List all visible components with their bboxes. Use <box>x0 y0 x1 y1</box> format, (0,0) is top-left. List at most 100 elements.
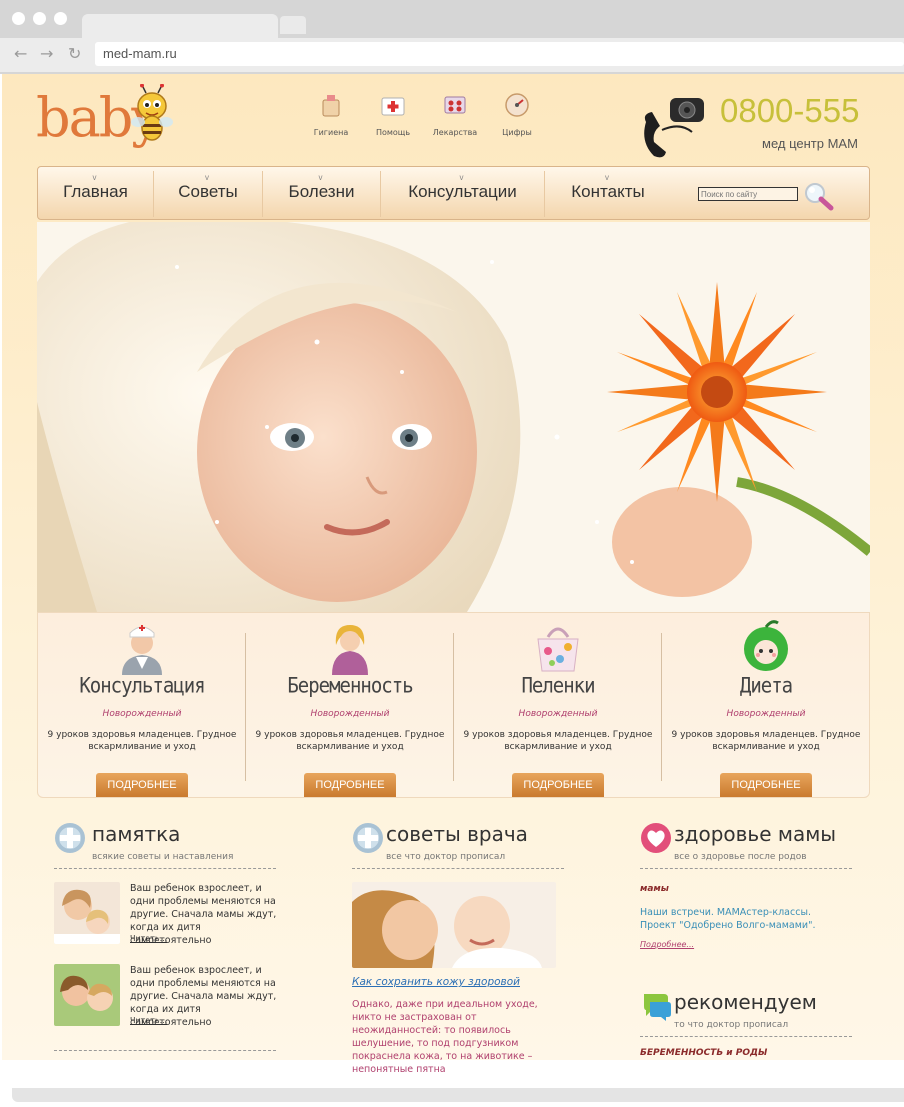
quick-link-label: Лекарства <box>432 128 478 137</box>
quick-link-label: Цифры <box>502 128 532 137</box>
card-title: Беременность <box>287 673 413 699</box>
close-window-button[interactable] <box>12 12 25 25</box>
site-logo[interactable]: baby <box>36 84 186 160</box>
nav-marker: v <box>605 173 609 182</box>
card-category[interactable]: Новорожденный <box>454 709 662 719</box>
nav-marker: v <box>318 173 323 182</box>
address-bar[interactable]: med-mam.ru <box>95 42 904 66</box>
speech-bubbles-icon <box>644 994 671 1021</box>
nav-item-advice[interactable]: v Советы <box>154 167 262 219</box>
browser-frame-bottom <box>12 1088 904 1102</box>
nav-marker: v <box>459 173 464 182</box>
section-divider <box>54 868 276 869</box>
mother-baby-photo <box>352 882 556 968</box>
plus-circle-icon <box>55 823 85 853</box>
section-subtitle: все что доктор прописал <box>386 852 506 862</box>
feature-cards: Консультация Новорожденный 9 уроков здор… <box>37 612 870 798</box>
card-pregnancy: Беременность Новорожденный 9 уроков здор… <box>246 613 454 797</box>
first-aid-icon <box>381 97 405 116</box>
recommend-category[interactable]: БЕРЕМЕННОСТЬ и РОДЫ <box>640 1048 767 1058</box>
memo-item[interactable]: Ваш ребенок взрослеет, и одни проблемы м… <box>54 964 284 1034</box>
section-subtitle: всякие советы и наставления <box>92 852 234 862</box>
browser-chrome: ← → ↻ med-mam.ru <box>0 0 904 74</box>
nav-item-contacts[interactable]: v Контакты <box>545 167 671 219</box>
quick-link-label: Гигиена <box>313 128 349 137</box>
window-controls <box>12 12 67 25</box>
phone-number[interactable]: 0800-555 <box>720 92 859 130</box>
top-quick-links: Гигиена Помощь Лекарства Цифры <box>300 92 548 137</box>
section-title: памятка <box>92 822 181 846</box>
card-title: Пеленки <box>521 673 595 699</box>
card-more-button[interactable]: ПОДРОБНЕЕ <box>512 773 604 797</box>
doctor-header: советы врача все что доктор прописал <box>352 820 574 868</box>
card-category[interactable]: Новорожденный <box>38 709 246 719</box>
section-divider <box>352 868 564 869</box>
quick-link-hygiene[interactable]: Гигиена <box>300 92 362 137</box>
heart-icon <box>641 823 671 853</box>
read-more-link[interactable]: Читать... <box>130 1016 167 1025</box>
reload-icon[interactable]: ↻ <box>68 46 81 62</box>
pregnant-woman-icon <box>332 625 368 675</box>
browser-tab[interactable] <box>82 14 278 40</box>
back-arrow-icon[interactable]: ← <box>14 46 27 62</box>
nav-marker: v <box>92 173 97 182</box>
quick-link-label: Помощь <box>375 128 411 137</box>
section-subtitle: то что доктор прописал <box>674 1020 789 1030</box>
section-divider <box>54 1050 276 1051</box>
search-icon[interactable] <box>802 181 834 211</box>
nav-item-consultations[interactable]: v Консультации <box>381 167 544 219</box>
telephone-icon <box>644 98 704 158</box>
article-excerpt: Однако, даже при идеальном уходе, никто … <box>352 999 538 1075</box>
maximize-window-button[interactable] <box>54 12 67 25</box>
card-text: 9 уроков здоровья младенцев. Грудное вск… <box>671 730 861 752</box>
card-diapers: Пеленки Новорожденный 9 уроков здоровья … <box>454 613 662 797</box>
card-more-button[interactable]: ПОДРОБНЕЕ <box>304 773 396 797</box>
nav-item-home[interactable]: v Главная <box>38 167 153 219</box>
medicine-icon <box>444 96 466 114</box>
section-divider <box>640 1036 852 1037</box>
card-diet: Диета Новорожденный 9 уроков здоровья мл… <box>662 613 870 797</box>
card-more-button[interactable]: ПОДРОБНЕЕ <box>720 773 812 797</box>
memo-thumbnail-image <box>54 964 120 1026</box>
quick-link-medicine[interactable]: Лекарства <box>424 92 486 137</box>
mom-health-section: здоровье мамы все о здоровье после родов… <box>640 820 854 1060</box>
new-tab-button[interactable] <box>280 16 306 34</box>
section-subtitle: все о здоровье после родов <box>674 852 807 862</box>
baby-bag-icon <box>537 627 579 672</box>
card-text: 9 уроков здоровья младенцев. Грудное вск… <box>255 730 445 752</box>
apple-face-icon <box>744 620 788 671</box>
bee-mascot-icon <box>131 84 173 141</box>
memo-header: памятка всякие советы и наставления <box>54 820 278 868</box>
card-text: 9 уроков здоровья младенцев. Грудное вск… <box>463 730 653 752</box>
doctor-advice-section: советы врача все что доктор прописал Как… <box>352 820 574 1075</box>
minimize-window-button[interactable] <box>33 12 46 25</box>
read-more-link[interactable]: Читать... <box>130 934 167 943</box>
memo-item[interactable]: Ваш ребенок взрослеет, и одни проблемы м… <box>54 882 284 952</box>
quick-link-help[interactable]: Помощь <box>362 92 424 137</box>
memo-thumbnail-image <box>54 882 120 944</box>
card-title: Консультация <box>79 673 205 699</box>
gauge-icon <box>505 93 529 117</box>
nav-marker: v <box>205 173 209 182</box>
memo-section: памятка всякие советы и наставления Ваш … <box>54 820 278 1060</box>
mom-category[interactable]: мамы <box>640 884 669 894</box>
doctor-icon <box>122 625 162 675</box>
section-title: здоровье мамы <box>674 822 837 846</box>
main-nav: v Главная v Советы v Болезни v Консульта… <box>37 166 870 220</box>
section-divider <box>640 868 852 869</box>
mom-text: Наши встречи. МАМАстер-классы. Проект "О… <box>640 907 816 931</box>
center-name: мед центр МАМ <box>762 136 858 151</box>
search-input[interactable] <box>698 187 798 201</box>
forward-arrow-icon[interactable]: → <box>40 46 53 62</box>
address-bar-url: med-mam.ru <box>103 46 177 61</box>
section-title: рекомендуем <box>674 990 817 1014</box>
article-link[interactable]: Как сохранить кожу здоровой <box>352 976 520 988</box>
nav-item-diseases[interactable]: v Болезни <box>263 167 380 219</box>
card-consultation: Консультация Новорожденный 9 уроков здор… <box>38 613 246 797</box>
card-title: Диета <box>739 673 793 699</box>
quick-link-numbers[interactable]: Цифры <box>486 92 548 137</box>
card-category[interactable]: Новорожденный <box>246 709 454 719</box>
more-link[interactable]: Подробнее... <box>640 940 694 949</box>
card-more-button[interactable]: ПОДРОБНЕЕ <box>96 773 188 797</box>
card-category[interactable]: Новорожденный <box>662 709 870 719</box>
